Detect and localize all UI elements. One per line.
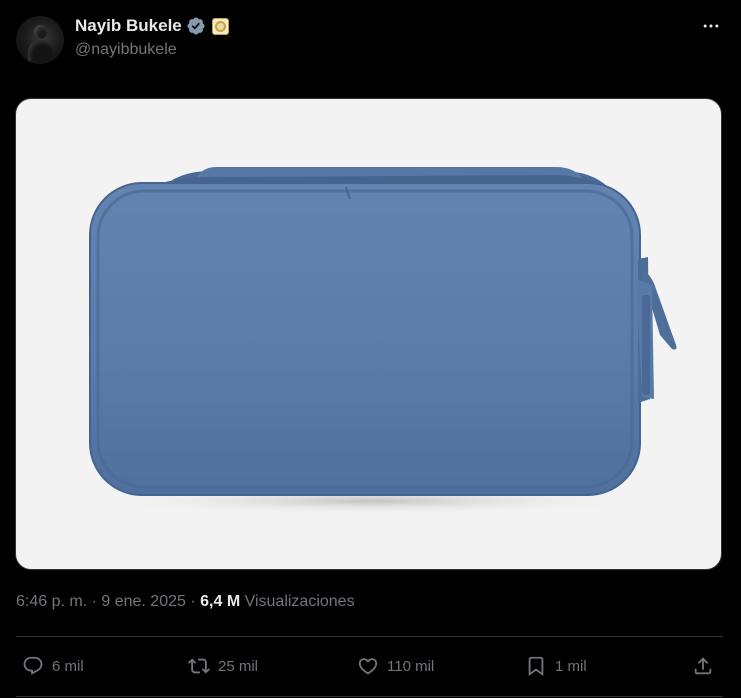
author-name-row: Nayib Bukele: [75, 14, 229, 38]
bookmark-count: 1 mil: [555, 657, 587, 675]
reply-count: 6 mil: [52, 657, 84, 675]
divider-bottom: [16, 696, 723, 697]
meta-separator: ·: [185, 593, 201, 610]
like-button[interactable]: 110 mil: [357, 648, 434, 684]
views-count[interactable]: 6,4 M: [200, 593, 240, 611]
seal-emblem-icon: [214, 20, 226, 32]
verified-badge-icon[interactable]: [186, 16, 206, 36]
author-display-name[interactable]: Nayib Bukele: [75, 16, 182, 36]
views-label: Visualizaciones: [240, 593, 355, 610]
more-options-button[interactable]: [698, 14, 724, 38]
avatar[interactable]: [16, 16, 64, 64]
divider-top: [16, 636, 723, 637]
repost-button[interactable]: 25 mil: [188, 648, 258, 684]
avatar-head: [34, 25, 47, 39]
bookmark-icon: [528, 656, 544, 677]
heart-icon: [358, 658, 378, 675]
pouch-image: [89, 167, 677, 515]
reply-button[interactable]: 6 mil: [22, 648, 84, 684]
tweet-media-image[interactable]: [15, 98, 722, 570]
meta-separator: ·: [87, 593, 102, 610]
tweet-time[interactable]: 6:46 p. m.: [16, 593, 87, 611]
share-icon: [694, 657, 712, 675]
repost-count: 25 mil: [218, 657, 259, 675]
tweet-date[interactable]: 9 ene. 2025: [101, 593, 186, 611]
government-seal-icon[interactable]: [211, 17, 229, 35]
tweet: Nayib Bukele @nayibbukele 6:46 p. m. · 9…: [0, 0, 741, 698]
author-handle[interactable]: @nayibbukele: [75, 41, 177, 59]
tweet-meta: 6:46 p. m. · 9 ene. 2025 · 6,4 M Visuali…: [16, 593, 355, 611]
more-horizontal-icon: [703, 24, 719, 28]
repost-icon: [188, 658, 210, 674]
bookmark-button[interactable]: 1 mil: [525, 648, 587, 684]
like-count: 110 mil: [387, 657, 435, 675]
tweet-actions-bar: 6 mil 25 mil 110 mil 1 mil: [16, 648, 723, 684]
reply-icon: [23, 656, 43, 675]
share-button[interactable]: [692, 648, 714, 684]
avatar-body: [28, 40, 54, 64]
